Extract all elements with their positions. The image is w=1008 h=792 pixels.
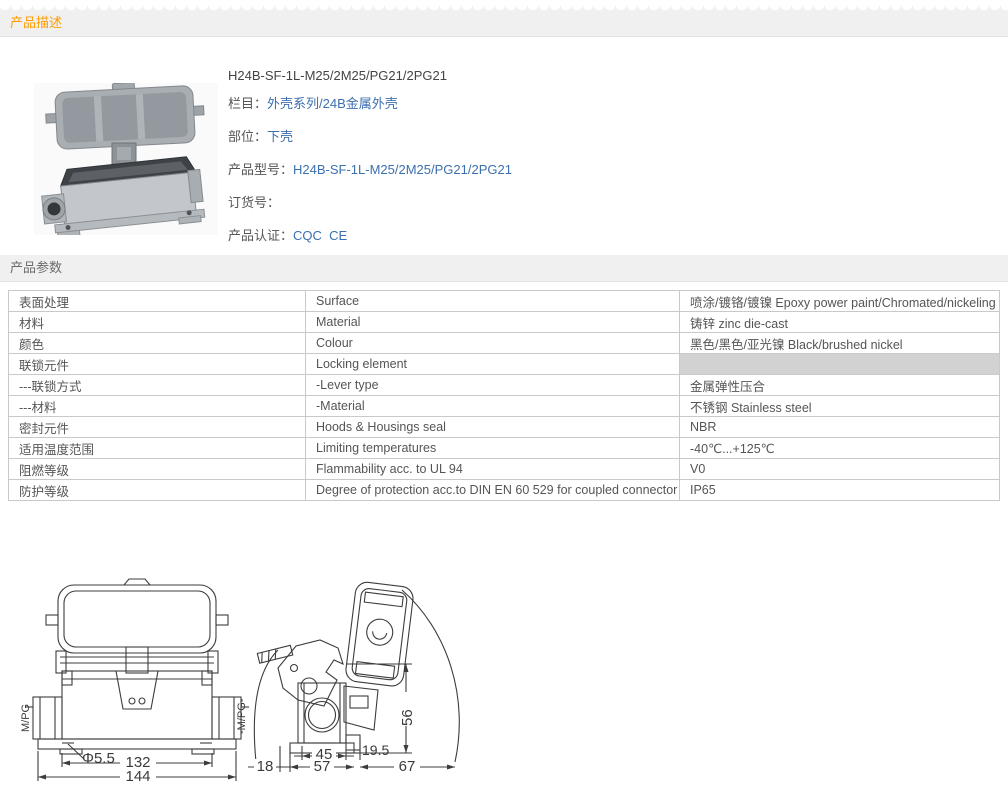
param-row: 联锁元件 Locking element [9,354,1000,375]
field-model-link[interactable]: H24B-SF-1L-M25/2M25/PG21/2PG21 [293,162,512,177]
param-name-cn: ---联锁方式 [9,375,306,396]
param-value: V0 [680,459,1000,480]
field-category-link[interactable]: 外壳系列/24B金属外壳 [267,96,398,111]
param-name-en: Limiting temperatures [306,438,680,459]
param-row: 密封元件 Hoods & Housings seal NBR [9,417,1000,438]
param-row: 防护等级 Degree of protection acc.to DIN EN … [9,480,1000,501]
parameters-table: 表面处理 Surface 喷涂/镀铬/镀镍 Epoxy power paint/… [8,290,1000,501]
param-row: 阻燃等级 Flammability acc. to UL 94 V0 [9,459,1000,480]
product-title: H24B-SF-1L-M25/2M25/PG21/2PG21 [228,68,447,83]
param-name-cn: 适用温度范围 [9,438,306,459]
side-dim-56: 56 [399,709,416,726]
side-dim-18: 18 [257,758,274,775]
section-title-parameters: 产品参数 [10,257,62,276]
param-value: 喷涂/镀铬/镀镍 Epoxy power paint/Chromated/nic… [680,291,1000,312]
param-name-en: -Lever type [306,375,680,396]
param-name-en: Locking element [306,354,680,375]
field-order-no: 订货号： [228,192,512,225]
side-dim-19-5: 19.5 [362,742,389,758]
photo-lid [44,83,205,150]
product-photo [34,83,218,235]
param-name-cn: 防护等级 [9,480,306,501]
side-dim-67: 67 [399,758,416,775]
param-name-en: Flammability acc. to UL 94 [306,459,680,480]
section-header-description: 产品描述 [0,6,1008,37]
front-left-gland-label: M/PG [20,704,32,732]
param-name-cn: 联锁元件 [9,354,306,375]
front-dim-144: 144 [125,768,150,785]
param-name-en: -Material [306,396,680,417]
field-model-label: 产品型号： [228,162,293,177]
section-header-parameters: 产品参数 [0,255,1008,282]
param-row: 材料 Material 铸锌 zinc die-cast [9,312,1000,333]
field-certification-label: 产品认证： [228,228,293,243]
field-part-link[interactable]: 下壳 [267,129,293,144]
product-page: 产品描述 [0,0,1008,792]
param-row: 适用温度范围 Limiting temperatures -40℃...+125… [9,438,1000,459]
field-part-label: 部位： [228,129,267,144]
param-name-en: Degree of protection acc.to DIN EN 60 52… [306,480,680,501]
field-certification: 产品认证：CQC CE [228,225,512,258]
param-value [680,354,1000,375]
field-part: 部位：下壳 [228,126,512,159]
side-view-drawing: 56 45 19.5 57 67 18 [246,568,486,792]
param-name-cn: 颜色 [9,333,306,354]
param-name-en: Surface [306,291,680,312]
param-name-cn: ---材料 [9,396,306,417]
param-name-en: Material [306,312,680,333]
product-description-section: H24B-SF-1L-M25/2M25/PG21/2PG21 栏目：外壳系列/2… [0,37,1008,255]
param-value: NBR [680,417,1000,438]
product-fields: 栏目：外壳系列/24B金属外壳 部位：下壳 产品型号：H24B-SF-1L-M2… [228,93,512,258]
field-certification-link[interactable]: CQC CE [293,228,347,243]
field-order-no-label: 订货号： [228,195,280,210]
side-dim-57: 57 [314,758,331,775]
field-category: 栏目：外壳系列/24B金属外壳 [228,93,512,126]
param-value: 不锈钢 Stainless steel [680,396,1000,417]
param-value: 黑色/黑色/亚光镍 Black/brushed nickel [680,333,1000,354]
param-value: -40℃...+125℃ [680,438,1000,459]
field-model: 产品型号：H24B-SF-1L-M25/2M25/PG21/2PG21 [228,159,512,192]
param-name-cn: 阻燃等级 [9,459,306,480]
param-name-en: Hoods & Housings seal [306,417,680,438]
param-row: ---联锁方式 -Lever type 金属弹性压合 [9,375,1000,396]
param-value: 金属弹性压合 [680,375,1000,396]
scallop-border [0,6,1008,13]
param-row: 颜色 Colour 黑色/黑色/亚光镍 Black/brushed nickel [9,333,1000,354]
param-name-en: Colour [306,333,680,354]
front-view-drawing: M/PG -M/PG- Φ5.5 132 144 [20,571,250,792]
param-row: ---材料 -Material 不锈钢 Stainless steel [9,396,1000,417]
param-value: 铸锌 zinc die-cast [680,312,1000,333]
param-name-cn: 材料 [9,312,306,333]
field-category-label: 栏目： [228,96,267,111]
param-value: IP65 [680,480,1000,501]
param-row: 表面处理 Surface 喷涂/镀铬/镀镍 Epoxy power paint/… [9,291,1000,312]
front-hole-diameter-label: Φ5.5 [82,750,115,767]
param-name-cn: 表面处理 [9,291,306,312]
section-title-description: 产品描述 [10,12,62,31]
param-name-cn: 密封元件 [9,417,306,438]
